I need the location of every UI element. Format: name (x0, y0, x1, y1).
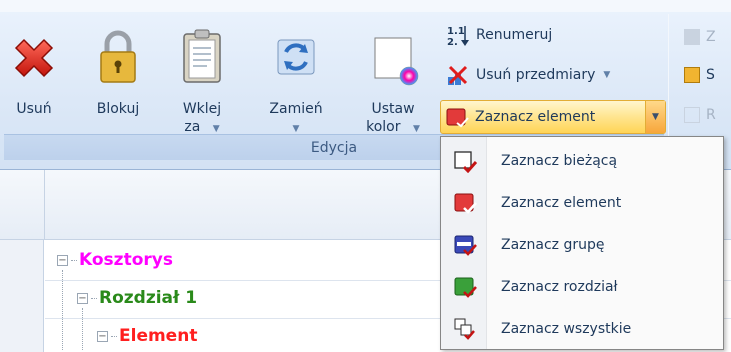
renumber-icon: 1.1 2. (446, 23, 470, 48)
paste-after-label-1: Wklej (182, 101, 222, 117)
set-color-label-1: Ustaw (371, 101, 415, 117)
right-item-2[interactable]: S (684, 60, 715, 90)
tree-label-kosztorys: Kosztorys (79, 250, 173, 270)
chevron-down-icon: ▼ (652, 112, 659, 122)
collapse-icon[interactable]: − (97, 330, 108, 342)
right-item-2-label: S (706, 67, 715, 83)
delete-label: Usuń (16, 101, 52, 117)
right-item-3[interactable]: R (684, 100, 716, 130)
select-element-label: Zaznacz element (475, 109, 596, 125)
menu-item-label: Zaznacz grupę (501, 237, 605, 253)
tree-connector (71, 259, 77, 261)
menu-item-select-all[interactable]: Zaznacz wszystkie (441, 309, 723, 349)
lock-icon (90, 22, 146, 92)
tree-label-rozdzial: Rozdział 1 (99, 288, 198, 308)
right-item-1-label: Z (706, 29, 716, 45)
select-all-icon (453, 317, 477, 341)
tree-connector (111, 335, 117, 337)
replace-label: Zamień (269, 101, 323, 117)
renumber-button[interactable]: 1.1 2. Renumeruj (446, 20, 552, 50)
chevron-down-icon: ▼ (412, 124, 420, 134)
select-element-split-button[interactable]: Zaznacz element ▼ (440, 100, 666, 134)
chevron-down-icon: ▼ (603, 70, 611, 80)
group-separator (668, 14, 669, 154)
column-divider (44, 170, 45, 240)
select-dropdown-arrow[interactable]: ▼ (645, 101, 665, 133)
menu-item-select-chapter[interactable]: Zaznacz rozdział (441, 267, 723, 307)
tree-node-element[interactable]: − Element (97, 326, 197, 346)
tree-connector (91, 297, 97, 299)
remove-measurements-button[interactable]: Usuń przedmiary ▼ (446, 60, 610, 90)
select-chapter-icon (453, 275, 477, 299)
color-picker-icon (365, 22, 421, 92)
menu-item-select-element[interactable]: Zaznacz element (441, 183, 723, 223)
paste-after-button[interactable]: Wklej za ▼ (174, 22, 230, 152)
menu-item-label: Zaznacz wszystkie (501, 321, 632, 337)
refresh-icon (268, 22, 324, 92)
menu-item-label: Zaznacz bieżącą (501, 153, 618, 169)
remove-measurements-label: Usuń przedmiary (476, 67, 596, 83)
select-dropdown-menu: Zaznacz bieżącą Zaznacz element Zaznacz … (440, 136, 724, 350)
delete-icon (6, 22, 62, 92)
chevron-down-icon: ▼ (292, 124, 300, 134)
tree-line (62, 270, 63, 350)
set-color-label-2-text: kolor (366, 119, 401, 135)
delete-button[interactable]: Usuń (6, 22, 62, 132)
tree-line (82, 308, 83, 350)
menu-item-label: Zaznacz element (501, 195, 622, 211)
tree-node-kosztorys[interactable]: − Kosztorys (57, 250, 173, 270)
table-outline-icon (684, 107, 700, 123)
tree-node-rozdzial[interactable]: − Rozdział 1 (77, 288, 197, 308)
svg-text:2.: 2. (447, 37, 458, 47)
tree-label-element: Element (119, 326, 198, 346)
svg-text:1.1: 1.1 (447, 26, 465, 37)
select-current-icon (453, 149, 478, 174)
table-icon (684, 67, 700, 83)
menu-item-select-group[interactable]: Zaznacz grupę (441, 225, 723, 265)
lock-label: Blokuj (96, 101, 140, 117)
clipboard-icon (174, 22, 230, 92)
menu-item-select-current[interactable]: Zaznacz bieżącą (441, 141, 723, 181)
select-element-main[interactable]: Zaznacz element (441, 101, 645, 133)
collapse-icon[interactable]: − (77, 292, 88, 304)
replace-button[interactable]: Zamień ▼ (266, 22, 326, 152)
select-element-icon (453, 191, 477, 215)
right-group: Z S R (672, 12, 731, 152)
select-element-icon (445, 105, 469, 129)
row-gutter (0, 240, 44, 352)
collapse-icon[interactable]: − (57, 254, 68, 266)
chevron-down-icon: ▼ (212, 124, 220, 134)
right-item-1[interactable]: Z (684, 22, 716, 52)
right-item-3-label: R (706, 107, 716, 123)
remove-measurements-icon (446, 63, 470, 87)
paste-after-label-2-text: za (184, 119, 201, 135)
select-group-icon (453, 233, 477, 257)
set-color-button[interactable]: Ustaw kolor ▼ (360, 22, 426, 152)
grid-icon (684, 29, 700, 45)
renumber-label: Renumeruj (476, 27, 553, 43)
lock-button[interactable]: Blokuj (90, 22, 146, 132)
menu-item-label: Zaznacz rozdział (501, 279, 618, 295)
